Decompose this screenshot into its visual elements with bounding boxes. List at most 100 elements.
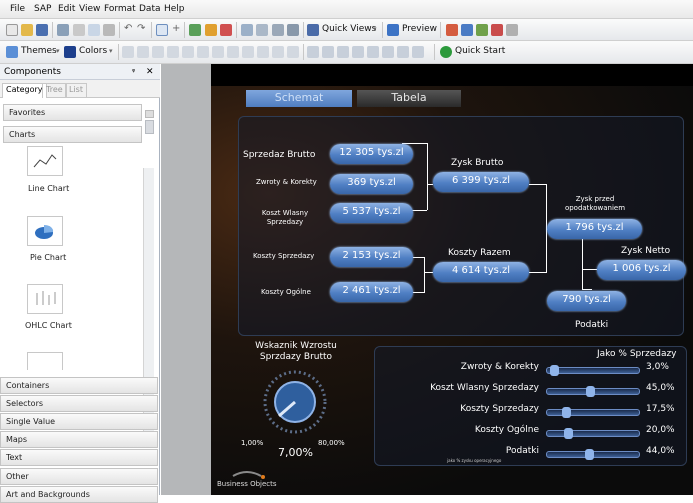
paste-icon[interactable] bbox=[103, 24, 115, 36]
forward-icon[interactable] bbox=[367, 46, 379, 58]
excel-icon[interactable] bbox=[476, 24, 488, 36]
percent-slider[interactable] bbox=[546, 428, 640, 439]
pdf-icon[interactable] bbox=[491, 24, 503, 36]
distribute-v-icon[interactable] bbox=[227, 46, 239, 58]
value-koszt-wlasny: 5 537 tys.zl bbox=[330, 203, 413, 223]
save-icon[interactable] bbox=[36, 24, 48, 36]
scroll-thumb[interactable] bbox=[145, 120, 154, 134]
hide-icon[interactable] bbox=[412, 46, 424, 58]
themes-icon[interactable] bbox=[6, 46, 18, 58]
ohlc-chart-icon[interactable] bbox=[27, 284, 63, 314]
line-chart-icon[interactable] bbox=[27, 146, 63, 176]
align-bottom-icon[interactable] bbox=[197, 46, 209, 58]
percent-slider[interactable] bbox=[546, 365, 640, 376]
pin-icon[interactable]: ᵠ bbox=[132, 67, 135, 76]
tab-tabela[interactable]: Tabela bbox=[357, 90, 461, 107]
quick-start-icon[interactable] bbox=[440, 46, 452, 58]
layout-icon[interactable] bbox=[272, 24, 284, 36]
menu-help[interactable]: Help bbox=[164, 4, 185, 14]
lock-icon[interactable] bbox=[397, 46, 409, 58]
tab-category[interactable]: Category bbox=[2, 83, 47, 98]
grid-icon[interactable] bbox=[241, 24, 253, 36]
category-charts[interactable]: Charts bbox=[3, 126, 142, 143]
space-icon[interactable] bbox=[287, 46, 299, 58]
align-left-icon[interactable] bbox=[122, 46, 134, 58]
table-icon[interactable] bbox=[256, 24, 268, 36]
category-favorites[interactable]: Favorites bbox=[3, 104, 142, 121]
category-single-value[interactable]: Single Value bbox=[0, 413, 158, 430]
copy-icon[interactable] bbox=[88, 24, 100, 36]
slider-thumb[interactable] bbox=[584, 449, 594, 460]
menu-format[interactable]: Format bbox=[104, 4, 136, 14]
slider-thumb[interactable] bbox=[562, 407, 572, 418]
category-containers[interactable]: Containers bbox=[0, 377, 158, 394]
preview-button[interactable]: Preview bbox=[402, 24, 437, 34]
category-text[interactable]: Text bbox=[0, 449, 158, 466]
pie-chart-label[interactable]: Pie Chart bbox=[30, 253, 66, 262]
publish-icon[interactable] bbox=[506, 24, 518, 36]
select-icon[interactable] bbox=[156, 24, 168, 36]
value-zwroty-korekty: 369 tys.zl bbox=[330, 174, 413, 194]
align-top-icon[interactable] bbox=[167, 46, 179, 58]
back-icon[interactable] bbox=[352, 46, 364, 58]
new-icon[interactable] bbox=[6, 24, 18, 36]
flash-icon[interactable] bbox=[461, 24, 473, 36]
pie-chart-icon[interactable] bbox=[27, 216, 63, 246]
open-icon[interactable] bbox=[21, 24, 33, 36]
print-icon[interactable] bbox=[57, 24, 69, 36]
distribute-h-icon[interactable] bbox=[212, 46, 224, 58]
percent-slider[interactable] bbox=[546, 407, 640, 418]
colors-icon[interactable] bbox=[64, 46, 76, 58]
themes-button[interactable]: Themes bbox=[21, 46, 57, 56]
menu-data[interactable]: Data bbox=[139, 4, 161, 14]
category-selectors[interactable]: Selectors bbox=[0, 395, 158, 412]
component-icon[interactable] bbox=[189, 24, 201, 36]
redo-icon[interactable]: ↷ bbox=[137, 23, 145, 34]
folder-icon[interactable] bbox=[205, 24, 217, 36]
menu-view[interactable]: View bbox=[79, 4, 100, 14]
same-width-icon[interactable] bbox=[242, 46, 254, 58]
menu-file[interactable]: File bbox=[10, 4, 25, 14]
cut-icon[interactable] bbox=[73, 24, 85, 36]
frame-icon[interactable] bbox=[287, 24, 299, 36]
add-icon[interactable]: + bbox=[172, 23, 180, 34]
quick-views-button[interactable]: Quick Views bbox=[322, 24, 376, 34]
category-other[interactable]: Other bbox=[0, 468, 158, 485]
quick-start-button[interactable]: Quick Start bbox=[455, 46, 505, 56]
chevron-down-icon[interactable]: ▾ bbox=[109, 47, 113, 55]
slider-thumb[interactable] bbox=[549, 365, 559, 376]
tab-list[interactable]: List bbox=[65, 83, 87, 98]
front-icon[interactable] bbox=[337, 46, 349, 58]
chevron-down-icon[interactable]: ▾ bbox=[56, 47, 60, 55]
tab-schemat[interactable]: Schemat bbox=[246, 90, 352, 107]
line-chart-label[interactable]: Line Chart bbox=[28, 184, 69, 193]
same-size-icon[interactable] bbox=[272, 46, 284, 58]
export-icon[interactable] bbox=[446, 24, 458, 36]
menu-edit[interactable]: Edit bbox=[58, 4, 75, 14]
group-icon[interactable] bbox=[307, 46, 319, 58]
ohlc-chart-label[interactable]: OHLC Chart bbox=[25, 321, 72, 330]
same-height-icon[interactable] bbox=[257, 46, 269, 58]
image-icon[interactable] bbox=[220, 24, 232, 36]
align-middle-icon[interactable] bbox=[182, 46, 194, 58]
slider-thumb[interactable] bbox=[585, 386, 595, 397]
scroll-up-icon[interactable] bbox=[145, 110, 154, 118]
chevron-down-icon[interactable]: ▾ bbox=[373, 25, 377, 33]
align-right-icon[interactable] bbox=[152, 46, 164, 58]
align-center-icon[interactable] bbox=[137, 46, 149, 58]
chart-icon[interactable] bbox=[27, 352, 63, 370]
quick-views-icon[interactable] bbox=[307, 24, 319, 36]
tab-tree[interactable]: Tree bbox=[42, 83, 67, 98]
category-maps[interactable]: Maps bbox=[0, 431, 158, 448]
close-icon[interactable]: ✕ bbox=[146, 67, 154, 77]
percent-slider[interactable] bbox=[546, 449, 640, 460]
ungroup-icon[interactable] bbox=[322, 46, 334, 58]
slider-thumb[interactable] bbox=[564, 428, 574, 439]
gauge[interactable] bbox=[263, 370, 327, 434]
percent-slider[interactable] bbox=[546, 386, 640, 397]
menu-sap[interactable]: SAP bbox=[34, 4, 51, 14]
backward-icon[interactable] bbox=[382, 46, 394, 58]
undo-icon[interactable]: ↶ bbox=[124, 23, 132, 34]
colors-button[interactable]: Colors bbox=[79, 46, 107, 56]
preview-icon[interactable] bbox=[387, 24, 399, 36]
